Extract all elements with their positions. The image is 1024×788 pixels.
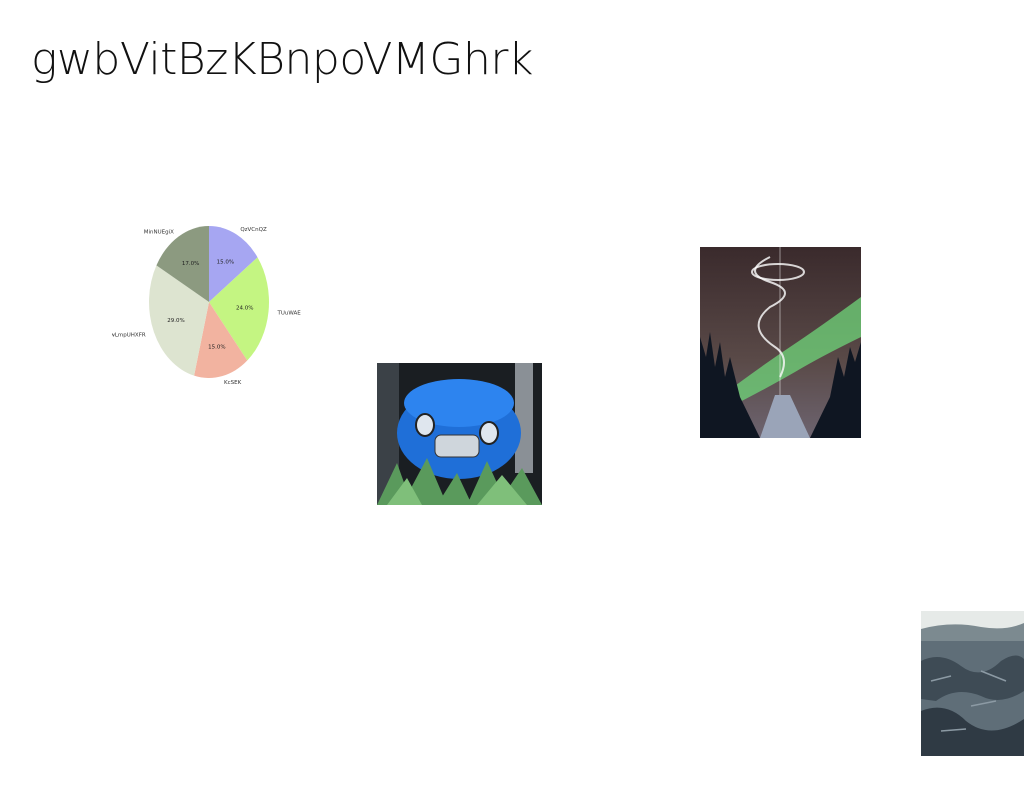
pie-value-label: 24.0%: [236, 306, 253, 312]
pie-category-label: QzVCnQZ: [240, 227, 267, 233]
pie-category-label: wLmpUHXFR: [112, 333, 146, 339]
pie-category-label: KcSEK: [224, 380, 242, 386]
rocks-photo: [921, 611, 1024, 756]
pie-value-label: 17.0%: [182, 261, 199, 267]
pie-category-label: TUuWAE: [276, 310, 301, 316]
car-photo: [377, 363, 542, 505]
slide-title: gwbVitBzKBnpoVMGhrk: [31, 34, 533, 85]
pie-value-label: 15.0%: [208, 345, 225, 351]
pie-chart: 15.0% QzVCnQZ 24.0% TUuWAE 15.0% KcSEK 29.0% wL…: [112, 216, 304, 392]
pie-value-label: 29.0%: [167, 318, 184, 324]
aurora-photo: [700, 247, 861, 438]
pie-category-label: MinNUEgiX: [144, 229, 174, 235]
pie-value-label: 15.0%: [217, 259, 234, 265]
